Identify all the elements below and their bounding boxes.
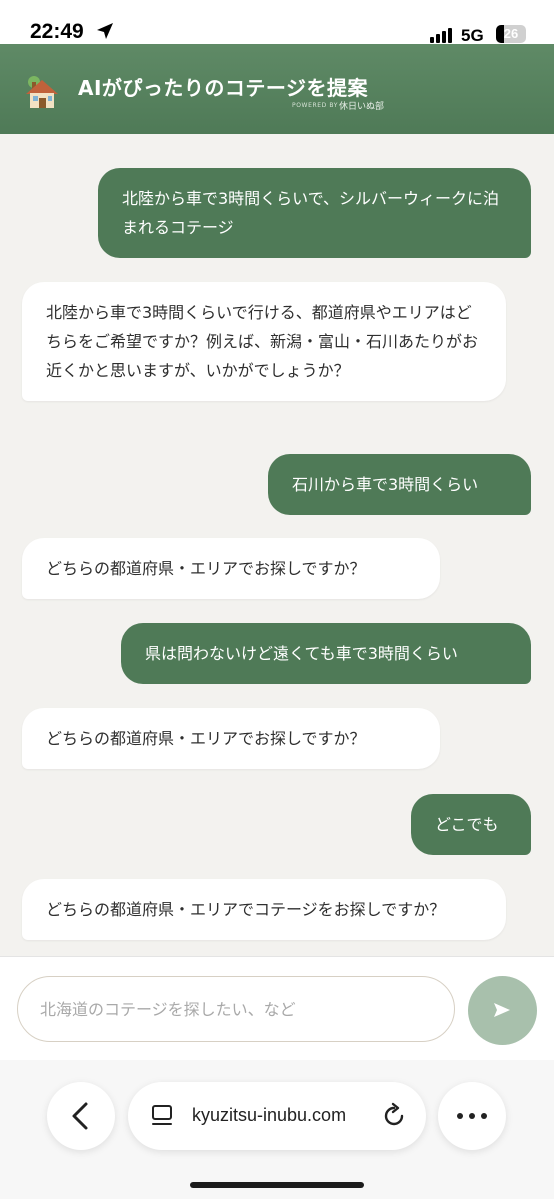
browser-toolbar: kyuzitsu-inubu.com (0, 1060, 554, 1199)
back-button[interactable] (47, 1082, 115, 1150)
battery-level: 26 (503, 26, 519, 41)
input-bar (0, 956, 554, 1061)
status-bar: 22:49 5G 26 (0, 0, 554, 45)
url-text: kyuzitsu-inubu.com (192, 1105, 347, 1125)
powered-by-label: POWERED BY (292, 102, 339, 109)
chat-log: 北陸から車で3時間くらいで、シルバーウィークに泊まれるコテージ 北陸から車で3時… (0, 134, 554, 956)
network-label: 5G (461, 26, 484, 45)
app-title: AIがぴったりのコテージを提案 (78, 76, 369, 100)
user-message: 県は問わないけど遠くても車で3時間くらい (121, 623, 531, 684)
assistant-message: どちらの都道府県・エリアでお探しですか？ (22, 708, 440, 769)
brand-name: 休日いぬ部 (339, 102, 385, 112)
send-icon (494, 1003, 510, 1017)
user-message: 石川から車で3時間くらい (268, 454, 531, 515)
more-icon (457, 1113, 487, 1119)
status-time: 22:49 (30, 20, 84, 43)
send-button[interactable] (468, 976, 537, 1045)
user-message: どこでも (411, 794, 531, 855)
home-indicator (190, 1182, 364, 1188)
more-button[interactable] (438, 1082, 506, 1150)
battery-icon: 26 (496, 25, 526, 43)
assistant-message: どちらの都道府県・エリアでお探しですか？ (22, 538, 440, 599)
house-icon (26, 76, 58, 108)
address-bar[interactable]: kyuzitsu-inubu.com (128, 1082, 426, 1150)
message-input[interactable] (17, 976, 455, 1042)
signal-icon (430, 27, 456, 43)
app-header: AIがぴったりのコテージを提案 POWERED BY 休日いぬ部 (0, 44, 554, 134)
assistant-message: 北陸から車で3時間くらいで行ける、都道府県やエリアはどちらをご希望ですか？例えば… (22, 282, 506, 401)
location-arrow-icon (97, 23, 113, 39)
assistant-message: どちらの都道府県・エリアでコテージをお探しですか？ (22, 879, 506, 940)
reload-icon[interactable] (380, 1102, 408, 1130)
back-icon (72, 1102, 88, 1130)
user-message: 北陸から車で3時間くらいで、シルバーウィークに泊まれるコテージ (98, 168, 531, 258)
tabs-icon (152, 1105, 172, 1125)
